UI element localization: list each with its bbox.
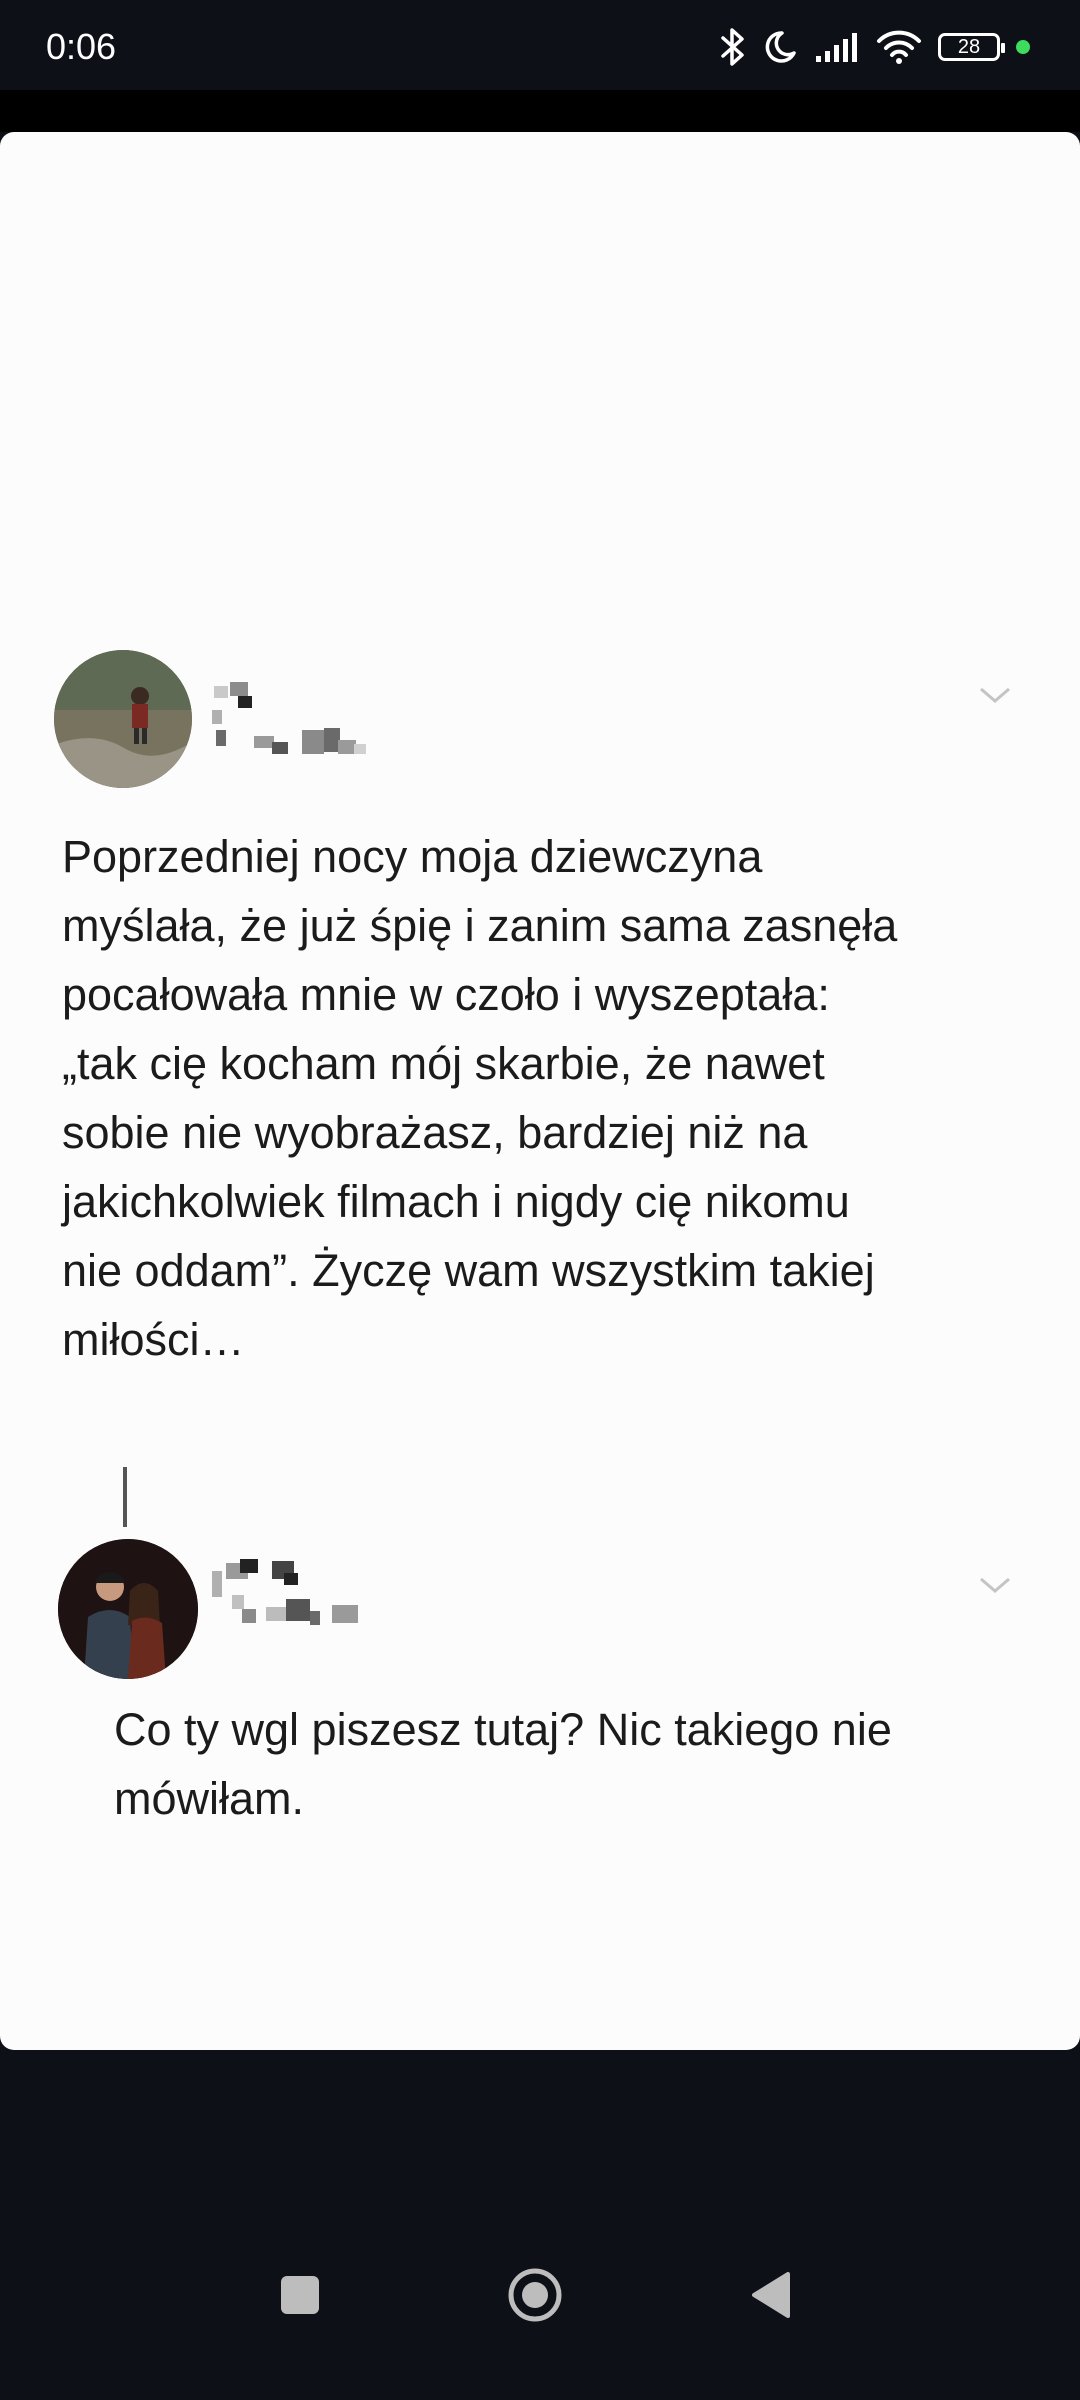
do-not-disturb-icon: [762, 29, 798, 65]
bluetooth-icon: [720, 27, 746, 67]
back-triangle-icon: [752, 2272, 790, 2318]
home-button[interactable]: [490, 2250, 580, 2340]
thread-connector-line: [123, 1467, 127, 1527]
reply-author-avatar: [58, 1539, 198, 1679]
image-viewer-card[interactable]: Poprzedniej nocy moja dziewczyna myślała…: [0, 132, 1080, 2050]
status-icons: 28: [720, 22, 1030, 72]
reply-body-text: Co ty wgl piszesz tutaj? Nic takiego nie…: [114, 1704, 892, 1824]
author-name-blurred: [212, 682, 366, 754]
status-time: 0:06: [46, 26, 117, 67]
reply-author-name-blurred: [212, 1559, 358, 1625]
phone-screen: 0:06 28 Poprzedniej nocy moja dziewczyna…: [0, 0, 1080, 2400]
status-bar: 0:06 28: [0, 0, 1080, 90]
battery-icon: 28: [938, 33, 1005, 61]
reply-options-chevron-icon[interactable]: [978, 1575, 1012, 1595]
battery-level: 28: [957, 35, 981, 58]
system-navigation-bar: [0, 2250, 1080, 2400]
back-button[interactable]: [725, 2250, 815, 2340]
post-body-text: Poprzedniej nocy moja dziewczyna myślała…: [62, 831, 898, 1365]
home-circle-icon: [508, 2268, 562, 2322]
wifi-icon: [876, 29, 922, 65]
privacy-dot-icon: [1016, 40, 1030, 54]
top-divider: [0, 90, 1080, 132]
signal-icon: [814, 30, 860, 64]
post-screenshot: Poprzedniej nocy moja dziewczyna myślała…: [52, 517, 1032, 1824]
author-avatar: [54, 650, 192, 788]
post-options-chevron-icon[interactable]: [978, 685, 1012, 705]
recents-square-icon: [281, 2276, 319, 2314]
recents-button[interactable]: [255, 2250, 345, 2340]
